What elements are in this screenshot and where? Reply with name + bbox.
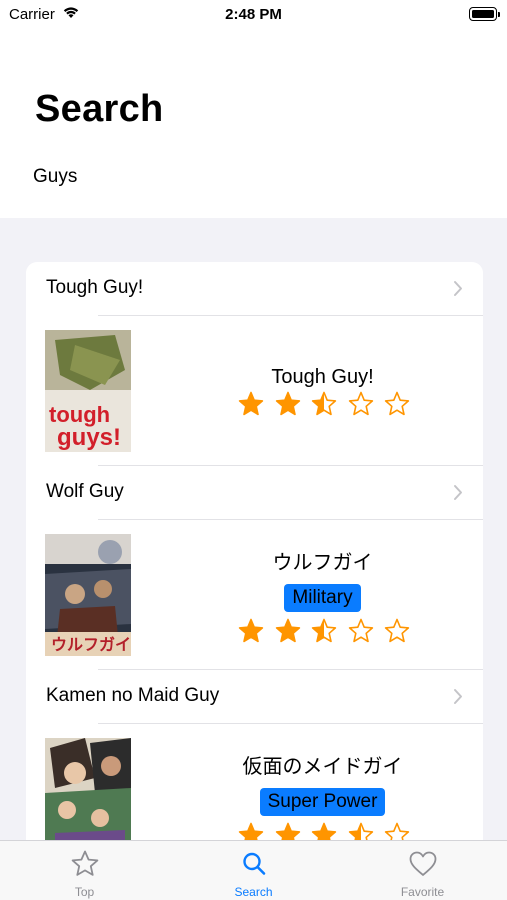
- tab-bar: Top Search Favorite: [0, 840, 507, 900]
- star-half-icon: [311, 391, 337, 416]
- genre-tag: Military: [221, 584, 424, 612]
- tab-label: Search: [234, 885, 273, 899]
- tab-label: Favorite: [400, 885, 445, 899]
- result-display-title: ウルフガイ: [272, 552, 373, 574]
- result-display-title: Tough Guy!: [271, 366, 374, 388]
- search-input[interactable]: Guys: [33, 166, 77, 188]
- star-filled-icon: [275, 391, 300, 416]
- poster-image: ウルフガイ: [45, 534, 131, 656]
- star-empty-icon: [348, 391, 373, 416]
- poster-image: tough guys!: [45, 330, 131, 452]
- search-header: Search Guys: [0, 30, 507, 218]
- result-title-row[interactable]: Tough Guy!: [26, 262, 483, 316]
- star-filled-icon: [238, 391, 264, 416]
- rating-stars: [238, 618, 418, 646]
- battery-icon: [469, 7, 500, 21]
- result-name: Kamen no Maid Guy: [46, 685, 220, 706]
- tab-search[interactable]: Search: [169, 841, 338, 900]
- chevron-right-icon: [453, 280, 463, 302]
- svg-text:ウルフガイ: ウルフガイ: [51, 635, 131, 654]
- star-icon: [71, 850, 99, 876]
- heart-icon: [409, 851, 437, 876]
- svg-text:guys!: guys!: [57, 424, 121, 451]
- result-detail-row[interactable]: ウルフガイ ウルフガイ Military: [26, 520, 483, 670]
- clock: 2:48 PM: [225, 6, 282, 23]
- result-name: Tough Guy!: [46, 277, 144, 298]
- tab-label: Top: [74, 885, 95, 899]
- results-list: Tough Guy! tough guys! Tough Guy! Wolf G…: [26, 262, 483, 900]
- rating-stars: [238, 391, 418, 419]
- result-name: Wolf Guy: [46, 481, 124, 502]
- star-empty-icon: [384, 391, 410, 416]
- result-title-row[interactable]: Wolf Guy: [26, 466, 483, 520]
- star-filled-icon: [275, 618, 300, 643]
- status-bar: Carrier 2:48 PM: [0, 0, 507, 30]
- star-empty-icon: [348, 618, 373, 643]
- star-half-icon: [311, 618, 337, 643]
- chevron-right-icon: [453, 688, 463, 710]
- tab-top[interactable]: Top: [0, 841, 169, 900]
- star-filled-icon: [238, 618, 264, 643]
- star-empty-icon: [384, 618, 410, 643]
- tab-favorite[interactable]: Favorite: [338, 841, 507, 900]
- page-title: Search: [35, 88, 164, 130]
- result-detail-row[interactable]: tough guys! Tough Guy!: [26, 316, 483, 466]
- result-title-row[interactable]: Kamen no Maid Guy: [26, 670, 483, 724]
- chevron-right-icon: [453, 484, 463, 506]
- search-icon: [243, 852, 266, 875]
- genre-tag: Super Power: [221, 788, 424, 816]
- result-display-title: 仮面のメイドガイ: [242, 756, 403, 778]
